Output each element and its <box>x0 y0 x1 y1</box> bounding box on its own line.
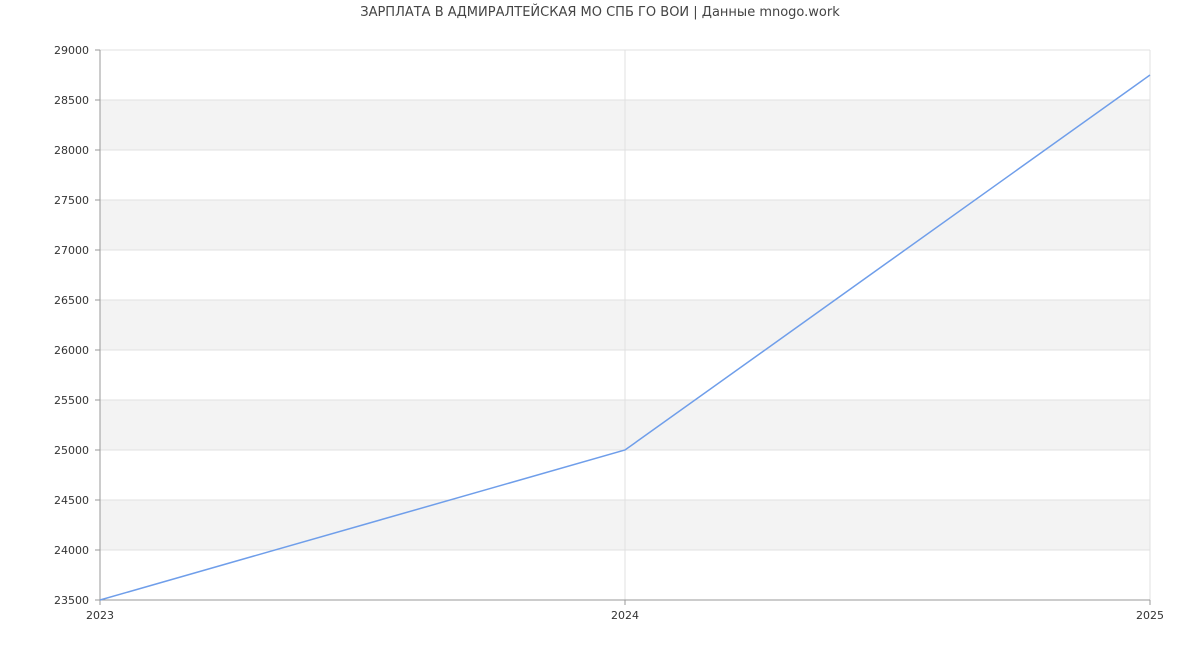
x-tick-label: 2023 <box>86 609 114 622</box>
y-tick-label: 29000 <box>54 44 89 57</box>
x-tick-label: 2025 <box>1136 609 1164 622</box>
y-tick-label: 26000 <box>54 344 89 357</box>
y-tick-label: 28500 <box>54 94 89 107</box>
y-tick-label: 28000 <box>54 144 89 157</box>
y-tick-label: 27000 <box>54 244 89 257</box>
y-axis-ticks: 23500 24000 24500 25000 25500 26000 26500 27000… <box>54 44 100 607</box>
line-chart: 23500 24000 24500 25000 25500 26000 26500 27000… <box>54 44 1164 622</box>
y-tick-label: 25000 <box>54 444 89 457</box>
x-axis-ticks: 2023 2024 2025 <box>86 600 1164 622</box>
y-tick-label: 23500 <box>54 594 89 607</box>
y-tick-label: 27500 <box>54 194 89 207</box>
y-tick-label: 25500 <box>54 394 89 407</box>
y-tick-label: 24000 <box>54 544 89 557</box>
y-tick-label: 26500 <box>54 294 89 307</box>
x-tick-label: 2024 <box>611 609 639 622</box>
y-tick-label: 24500 <box>54 494 89 507</box>
